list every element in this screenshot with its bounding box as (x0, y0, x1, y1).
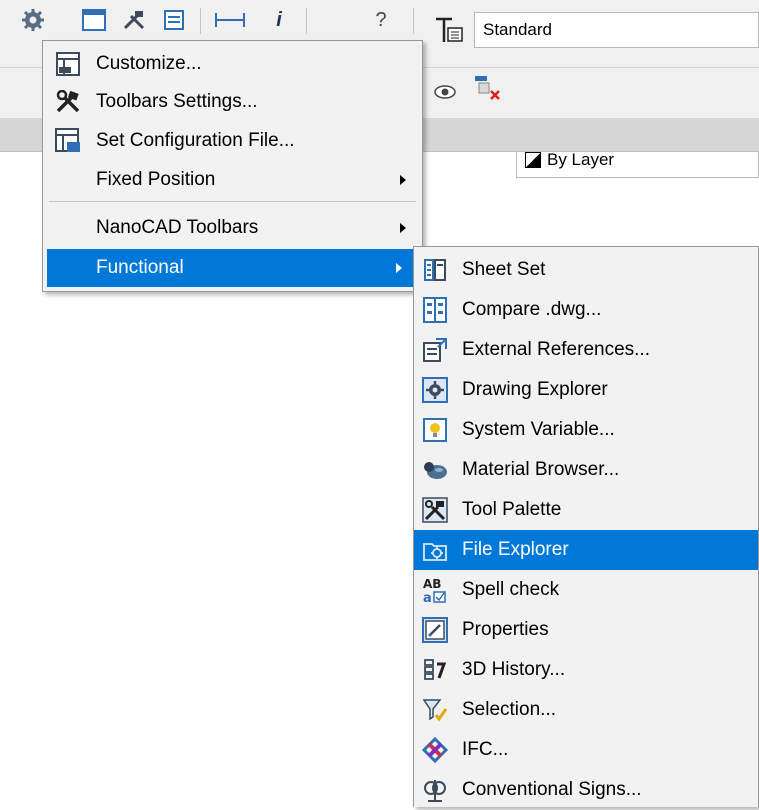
menu-item-icon-placeholder (53, 213, 83, 243)
submenu-item-drawing-explorer[interactable]: Drawing Explorer (414, 370, 758, 410)
drawing-explorer-icon (420, 375, 450, 405)
submenu-item-ifc[interactable]: IFC... (414, 730, 758, 770)
file-explorer-icon (420, 535, 450, 565)
config-file-icon (53, 126, 83, 156)
system-variable-icon (420, 415, 450, 445)
eye-icon[interactable] (432, 78, 458, 106)
color-swatch-icon (525, 152, 541, 168)
submenu-item-label: Spell check (462, 579, 560, 600)
toolbar-separator (413, 8, 414, 34)
submenu-item-spell-check[interactable]: AB a Spell check (414, 570, 758, 610)
tools-icon[interactable] (120, 6, 148, 34)
menu-item-toolbars-settings[interactable]: Toolbars Settings... (43, 83, 422, 121)
menu-item-set-configuration-file[interactable]: Set Configuration File... (43, 121, 422, 161)
cfg-window-icon[interactable] (80, 6, 108, 34)
submenu-item-properties[interactable]: Properties (414, 610, 758, 650)
text-style-select[interactable]: Standard (474, 12, 759, 48)
submenu-item-label: Material Browser... (462, 459, 620, 480)
svg-text:AB: AB (423, 577, 441, 591)
sheet-list-icon[interactable] (160, 6, 188, 34)
menu-item-fixed-position[interactable]: Fixed Position (43, 161, 422, 199)
layer-color-value: By Layer (547, 150, 615, 169)
menu-item-label: Toolbars Settings... (96, 91, 258, 112)
submenu-arrow-icon (396, 263, 402, 273)
menu-item-label: Customize... (96, 53, 202, 74)
submenu-item-label: Tool Palette (462, 499, 562, 520)
toolbar-context-menu: Customize... Toolbars Settings... Set Co… (42, 40, 423, 292)
toolbar-separator (200, 8, 201, 34)
submenu-arrow-icon (400, 223, 406, 233)
submenu-item-material-browser[interactable]: Material Browser... (414, 450, 758, 490)
external-references-icon (420, 335, 450, 365)
material-browser-icon (420, 455, 450, 485)
submenu-item-label: System Variable... (462, 419, 615, 440)
functional-submenu: Sheet Set Compare .dwg... External Refer… (413, 246, 759, 807)
submenu-item-sheet-set[interactable]: Sheet Set (414, 250, 758, 290)
customize-icon (53, 49, 83, 79)
submenu-item-label: IFC... (462, 739, 509, 760)
submenu-arrow-icon (400, 175, 406, 185)
history-3d-icon (420, 655, 450, 685)
conventional-signs-icon (420, 775, 450, 805)
measure-icon[interactable] (210, 6, 250, 34)
compare-icon (420, 295, 450, 325)
submenu-item-label: Selection... (462, 699, 556, 720)
submenu-item-external-references[interactable]: External References... (414, 330, 758, 370)
menu-item-label: NanoCAD Toolbars (96, 217, 259, 238)
submenu-item-label: Properties (462, 619, 549, 640)
menu-item-label: Functional (96, 257, 184, 278)
menu-item-functional[interactable]: Functional (47, 249, 418, 287)
menu-divider (49, 201, 416, 202)
gear-icon[interactable] (18, 6, 48, 34)
svg-text:a: a (423, 591, 432, 604)
menu-item-icon-placeholder (53, 165, 83, 195)
toolbar-separator (306, 8, 307, 34)
menu-item-customize[interactable]: Customize... (43, 45, 422, 83)
menu-item-label: Set Configuration File... (96, 130, 295, 151)
spell-check-icon: AB a (420, 575, 450, 605)
layer-freeze-icon[interactable] (470, 74, 502, 102)
submenu-item-label: Compare .dwg... (462, 299, 602, 320)
menu-item-icon-placeholder (53, 253, 83, 283)
submenu-item-label: Drawing Explorer (462, 379, 608, 400)
submenu-item-selection[interactable]: Selection... (414, 690, 758, 730)
submenu-item-3d-history[interactable]: 3D History... (414, 650, 758, 690)
tool-palette-icon (420, 495, 450, 525)
help-icon[interactable]: ? (370, 6, 392, 34)
submenu-item-compare-dwg[interactable]: Compare .dwg... (414, 290, 758, 330)
text-style-icon[interactable] (432, 16, 466, 44)
info-icon[interactable]: i (268, 6, 290, 34)
submenu-item-conventional-signs[interactable]: Conventional Signs... (414, 770, 758, 810)
tools-icon (53, 87, 83, 117)
submenu-item-label: 3D History... (462, 659, 566, 680)
sheet-set-icon (420, 255, 450, 285)
menu-item-label: Fixed Position (96, 169, 216, 190)
submenu-item-file-explorer[interactable]: File Explorer (414, 530, 758, 570)
submenu-item-label: External References... (462, 339, 650, 360)
selection-icon (420, 695, 450, 725)
submenu-item-label: Sheet Set (462, 259, 546, 280)
submenu-item-label: Conventional Signs... (462, 779, 642, 800)
menu-item-nanocad-toolbars[interactable]: NanoCAD Toolbars (43, 209, 422, 247)
submenu-item-label: File Explorer (462, 539, 569, 560)
ifc-icon (420, 735, 450, 765)
submenu-item-system-variable[interactable]: System Variable... (414, 410, 758, 450)
properties-icon (420, 615, 450, 645)
submenu-item-tool-palette[interactable]: Tool Palette (414, 490, 758, 530)
